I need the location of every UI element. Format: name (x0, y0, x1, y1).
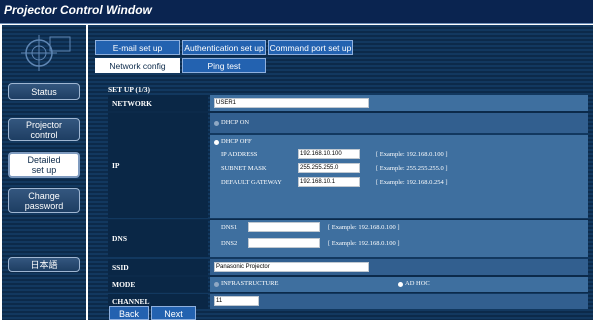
title-bar: Projector Control Window (0, 0, 593, 24)
dhcp-off-radio[interactable] (214, 140, 219, 145)
network-input[interactable]: USER1 (214, 98, 369, 108)
setup-title: SET UP (1/3) (108, 85, 150, 94)
ip-address-label: IP ADDRESS (221, 151, 258, 158)
dhcp-off-cell: DHCP OFF IP ADDRESS 192.168.10.100 [ Exa… (210, 135, 588, 218)
sidebar-item-label: 日本語 (30, 259, 58, 270)
logo-icon (21, 35, 71, 71)
network-value-cell: USER1 (210, 95, 588, 111)
ssid-label: SSID (108, 259, 208, 275)
dhcp-off-label: DHCP OFF (221, 138, 252, 145)
dns2-label: DNS2 (221, 240, 238, 247)
sidebar-item-japanese[interactable]: 日本語 (8, 257, 80, 272)
mode-value-cell: INFRASTRUCTURE AD HOC (210, 277, 588, 292)
subnet-mask-label: SUBNET MASK (221, 165, 267, 172)
sidebar-item-label: Projector control (25, 119, 62, 140)
dns-label: DNS (108, 220, 208, 257)
dns2-example: [ Example: 192.168.0.100 ] (328, 240, 400, 247)
next-button-label: Next (164, 309, 183, 319)
sidebar-item-label: Change password (24, 190, 64, 211)
channel-input[interactable]: 11 (214, 296, 259, 306)
default-gateway-input[interactable]: 192.168.10.1 (298, 177, 360, 187)
channel-value-cell: 11 (210, 294, 588, 309)
dns-value-cell: DNS1 [ Example: 192.168.0.100 ] DNS2 [ E… (210, 220, 588, 257)
dhcp-on-radio[interactable] (214, 121, 219, 126)
infrastructure-label: INFRASTRUCTURE (221, 280, 279, 287)
ssid-input[interactable]: Panasonic Projector (214, 262, 369, 272)
subnet-mask-input[interactable]: 255.255.255.0 (298, 163, 360, 173)
projector-control-window: Projector Control Window Status Projecto… (0, 0, 593, 320)
dns1-input[interactable] (248, 222, 320, 232)
sidebar-item-detailed-set-up[interactable]: Detailed set up (8, 152, 80, 178)
sidebar-item-label: Detailed set up (27, 155, 61, 175)
dns1-example: [ Example: 192.168.0.100 ] (328, 224, 400, 231)
ssid-row: SSID Panasonic Projector (108, 259, 588, 275)
back-button[interactable]: Back (109, 306, 149, 320)
sidebar-item-label: Status (31, 86, 57, 97)
ip-address-input[interactable]: 192.168.10.100 (298, 149, 360, 159)
mode-row: MODE INFRASTRUCTURE AD HOC (108, 277, 588, 292)
sidebar: Status Projector control Detailed set up… (2, 25, 86, 320)
infrastructure-radio[interactable] (214, 282, 219, 287)
tab-command-port-set-up[interactable]: Command port set up (268, 40, 353, 55)
network-label: NETWORK (108, 95, 208, 111)
tab-label: Authentication set up (184, 43, 264, 53)
adhoc-label: AD HOC (405, 280, 430, 287)
ssid-value-cell: Panasonic Projector (210, 259, 588, 275)
main-panel: E-mail set up Authentication set up Comm… (88, 25, 593, 320)
sidebar-item-change-password[interactable]: Change password (8, 188, 80, 213)
tab-ping-test[interactable]: Ping test (182, 58, 266, 73)
sidebar-item-projector-control[interactable]: Projector control (8, 118, 80, 141)
window-title: Projector Control Window (4, 3, 152, 17)
dns2-input[interactable] (248, 238, 320, 248)
next-button[interactable]: Next (151, 306, 196, 320)
tab-label: Network config (109, 61, 166, 71)
ip-label: IP (108, 113, 208, 218)
adhoc-radio[interactable] (398, 282, 403, 287)
ip-row: IP DHCP ON DHCP OFF IP ADDRESS 192.168.1… (108, 113, 588, 218)
dns-row: DNS DNS1 [ Example: 192.168.0.100 ] DNS2… (108, 220, 588, 257)
default-gateway-label: DEFAULT GATEWAY (221, 179, 282, 186)
tab-network-config[interactable]: Network config (95, 58, 180, 73)
ip-address-example: [ Example: 192.168.0.100 ] (376, 151, 448, 158)
default-gateway-example: [ Example: 192.168.0.254 ] (376, 179, 448, 186)
back-button-label: Back (118, 309, 139, 319)
network-row: NETWORK USER1 (108, 95, 588, 111)
tab-label: E-mail set up (112, 43, 163, 53)
dns1-label: DNS1 (221, 224, 238, 231)
tab-label: Ping test (207, 61, 241, 71)
tab-authentication-set-up[interactable]: Authentication set up (182, 40, 266, 55)
dhcp-on-label: DHCP ON (221, 119, 250, 126)
mode-label: MODE (108, 277, 208, 292)
subnet-mask-example: [ Example: 255.255.255.0 ] (376, 165, 448, 172)
dhcp-on-cell: DHCP ON (210, 113, 588, 133)
tab-email-set-up[interactable]: E-mail set up (95, 40, 180, 55)
sidebar-item-status[interactable]: Status (8, 83, 80, 100)
tab-label: Command port set up (269, 43, 352, 53)
